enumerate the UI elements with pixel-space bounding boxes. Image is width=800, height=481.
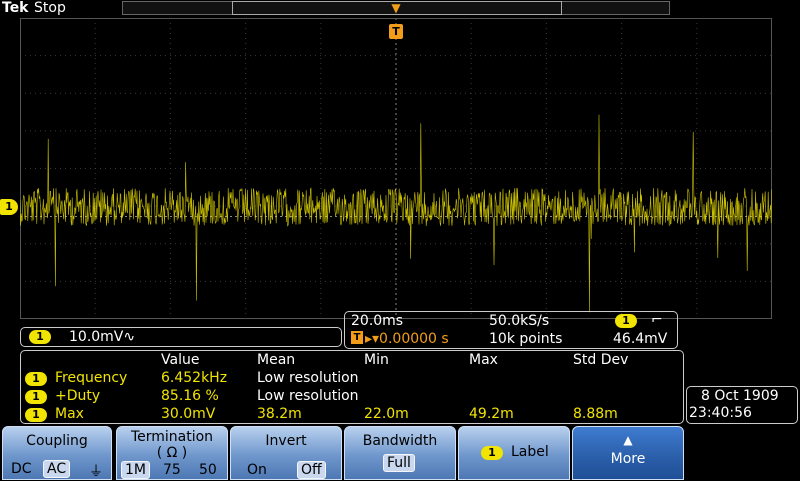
channel1-badge: 1 bbox=[29, 330, 51, 344]
measurement-mean: Low resolution bbox=[257, 388, 359, 404]
trigger-source-badge: 1 bbox=[615, 314, 637, 328]
measurements-panel[interactable]: Value Mean Min Max Std Dev 1 Frequency 6… bbox=[20, 350, 684, 424]
trigger-position-arrow-icon: ▼ bbox=[391, 1, 401, 15]
measurement-max: 49.2m bbox=[469, 406, 514, 422]
measurement-std-dev: 8.88m bbox=[573, 406, 618, 422]
bandwidth-title: Bandwidth bbox=[362, 433, 438, 449]
coupling-title: Coupling bbox=[26, 433, 88, 449]
header-std-dev: Std Dev bbox=[573, 352, 629, 368]
coupling-dc[interactable]: DC bbox=[11, 461, 32, 477]
label-channel-badge: 1 bbox=[481, 446, 503, 460]
termination-title: Termination bbox=[130, 429, 214, 445]
label-button[interactable]: 1 Label bbox=[458, 426, 570, 480]
measurement-name: Frequency bbox=[55, 370, 128, 386]
termination-unit: ( Ω ) bbox=[156, 445, 188, 461]
graticule-grid bbox=[20, 18, 772, 319]
coupling-button[interactable]: Coupling DC AC ⏚ bbox=[2, 426, 112, 480]
measurement-mean: 38.2m bbox=[257, 406, 302, 422]
up-arrow-icon: ▲ bbox=[623, 433, 633, 447]
trigger-icon: T bbox=[351, 331, 363, 344]
label-title: Label bbox=[511, 444, 549, 460]
time: 23:40:56 bbox=[689, 405, 752, 421]
measurement-value: 30.0mV bbox=[161, 406, 216, 422]
waveform-graticule[interactable] bbox=[20, 18, 772, 319]
channel-scale: 10.0mV∿ bbox=[69, 329, 135, 345]
invert-on[interactable]: On bbox=[247, 462, 267, 478]
channel-readout[interactable]: 1 10.0mV∿ bbox=[20, 327, 342, 347]
datetime-readout[interactable]: 8 Oct 1909 23:40:56 bbox=[686, 386, 798, 424]
header-max: Max bbox=[469, 352, 498, 368]
record-length: 10k points bbox=[489, 331, 563, 347]
coupling-ac[interactable]: AC bbox=[43, 460, 71, 478]
measurement-mean: Low resolution bbox=[257, 370, 359, 386]
header-min: Min bbox=[364, 352, 389, 368]
trigger-position-marker[interactable]: T bbox=[389, 24, 403, 39]
channel1-ground-marker[interactable]: 1 bbox=[0, 199, 18, 215]
header-value: Value bbox=[161, 352, 200, 368]
date: 8 Oct 1909 bbox=[701, 388, 779, 404]
termination-50[interactable]: 50 bbox=[199, 462, 217, 478]
sample-rate: 50.0kS/s bbox=[489, 313, 550, 329]
trigger-level: 46.4mV bbox=[613, 331, 668, 347]
termination-1m[interactable]: 1M bbox=[121, 461, 150, 479]
bandwidth-value: Full bbox=[383, 454, 415, 472]
brand-label: Tek bbox=[2, 0, 29, 16]
waveform-plot bbox=[20, 18, 772, 319]
measurement-channel-badge: 1 bbox=[25, 372, 47, 386]
run-state: Stop bbox=[34, 0, 66, 16]
termination-button[interactable]: Termination ( Ω ) 1M 75 50 bbox=[116, 426, 228, 480]
measurement-min: 22.0m bbox=[364, 406, 409, 422]
timebase-readout[interactable]: 20.0ms 50.0kS/s T ▸▾0.00000 s 10k points… bbox=[344, 311, 678, 349]
termination-75[interactable]: 75 bbox=[163, 462, 181, 478]
trigger-slope-icon: ⌐ bbox=[651, 312, 663, 328]
bandwidth-limit-icon: ∿ bbox=[123, 329, 136, 345]
invert-button[interactable]: Invert On Off bbox=[230, 426, 342, 480]
measurement-value: 6.452kHz bbox=[161, 370, 228, 386]
horizontal-delay: ▸▾0.00000 s bbox=[365, 331, 449, 347]
measurement-value: 85.16 % bbox=[161, 388, 219, 404]
measurement-name: +Duty bbox=[55, 388, 101, 404]
ground-icon[interactable]: ⏚ bbox=[89, 461, 103, 481]
horizontal-scale: 20.0ms bbox=[351, 313, 404, 329]
measurement-channel-badge: 1 bbox=[25, 408, 47, 422]
measurement-name: Max bbox=[55, 406, 84, 422]
invert-off[interactable]: Off bbox=[297, 461, 326, 479]
more-button[interactable]: ▲ More bbox=[572, 426, 684, 480]
bandwidth-button[interactable]: Bandwidth Full bbox=[344, 426, 456, 480]
header-mean: Mean bbox=[257, 352, 296, 368]
measurement-channel-badge: 1 bbox=[25, 390, 47, 404]
channel-scale-value: 10.0mV bbox=[69, 329, 124, 345]
more-title: More bbox=[610, 451, 646, 467]
invert-title: Invert bbox=[265, 433, 307, 449]
